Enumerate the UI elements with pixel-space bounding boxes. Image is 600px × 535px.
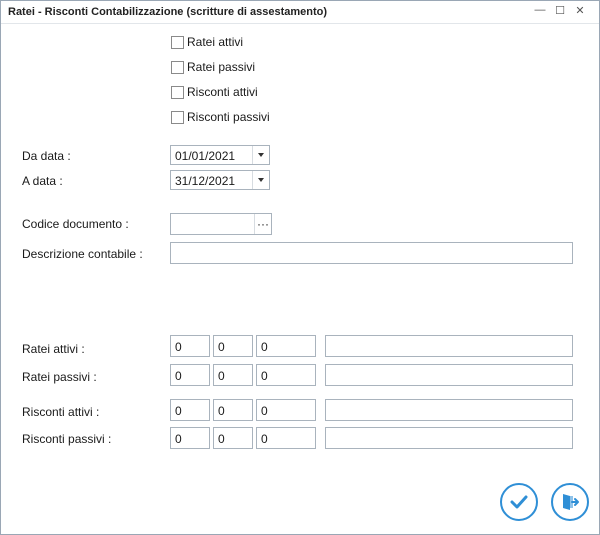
field-value[interactable]: 0 — [218, 404, 225, 418]
chevron-down-icon[interactable] — [252, 171, 269, 189]
to-date-label: A data : — [22, 174, 63, 188]
browse-button[interactable]: ··· — [254, 214, 271, 234]
ratei-passivi-field-3[interactable]: 0 — [256, 364, 316, 386]
row-label-ratei-attivi: Ratei attivi : — [22, 342, 85, 356]
description-field[interactable] — [170, 242, 573, 264]
risconti-attivi-text-field[interactable] — [325, 399, 573, 421]
checkbox-ratei-passivi[interactable]: Ratei passivi — [171, 59, 255, 75]
checkbox-label: Ratei attivi — [187, 35, 244, 49]
risconti-attivi-field-1[interactable]: 0 — [170, 399, 210, 421]
field-value[interactable]: 0 — [261, 432, 268, 446]
to-date-picker[interactable]: 31/12/2021 — [170, 170, 270, 190]
checkbox-box[interactable] — [171, 35, 184, 49]
checkbox-label: Risconti passivi — [187, 110, 270, 124]
risconti-passivi-text-field[interactable] — [325, 427, 573, 449]
field-value[interactable]: 0 — [218, 340, 225, 354]
ratei-attivi-field-2[interactable]: 0 — [213, 335, 253, 357]
from-date-label: Da data : — [22, 149, 71, 163]
checkbox-risconti-attivi[interactable]: Risconti attivi — [171, 84, 258, 100]
ratei-attivi-field-1[interactable]: 0 — [170, 335, 210, 357]
field-value[interactable]: 0 — [261, 340, 268, 354]
description-label: Descrizione contabile : — [22, 247, 143, 261]
field-value[interactable]: 0 — [218, 369, 225, 383]
checkbox-label: Risconti attivi — [187, 85, 258, 99]
to-date-value[interactable]: 31/12/2021 — [175, 174, 235, 188]
ratei-passivi-field-2[interactable]: 0 — [213, 364, 253, 386]
minimize-button[interactable]: — — [530, 3, 550, 17]
risconti-passivi-field-3[interactable]: 0 — [256, 427, 316, 449]
field-value[interactable]: 0 — [261, 404, 268, 418]
check-icon — [510, 495, 528, 509]
title-bar: Ratei - Risconti Contabilizzazione (scri… — [1, 1, 599, 24]
document-code-label: Codice documento : — [22, 217, 129, 231]
ratei-attivi-field-3[interactable]: 0 — [256, 335, 316, 357]
close-button[interactable]: ✕ — [570, 3, 590, 17]
risconti-passivi-field-1[interactable]: 0 — [170, 427, 210, 449]
row-label-risconti-passivi: Risconti passivi : — [22, 432, 112, 446]
checkbox-label: Ratei passivi — [187, 60, 256, 74]
risconti-attivi-field-2[interactable]: 0 — [213, 399, 253, 421]
risconti-attivi-field-3[interactable]: 0 — [256, 399, 316, 421]
row-label-ratei-passivi: Ratei passivi : — [22, 370, 97, 384]
risconti-passivi-field-2[interactable]: 0 — [213, 427, 253, 449]
field-value[interactable]: 0 — [261, 369, 268, 383]
maximize-button[interactable]: ☐ — [550, 3, 570, 17]
dialog-window: Ratei - Risconti Contabilizzazione (scri… — [0, 0, 600, 535]
from-date-value[interactable]: 01/01/2021 — [175, 149, 235, 163]
checkbox-risconti-passivi[interactable]: Risconti passivi — [171, 109, 270, 125]
field-value[interactable]: 0 — [175, 432, 182, 446]
checkbox-box[interactable] — [171, 60, 184, 74]
ratei-passivi-text-field[interactable] — [325, 364, 573, 386]
row-label-risconti-attivi: Risconti attivi : — [22, 405, 100, 419]
ratei-attivi-text-field[interactable] — [325, 335, 573, 357]
from-date-picker[interactable]: 01/01/2021 — [170, 145, 270, 165]
checkbox-box[interactable] — [171, 110, 184, 124]
checkbox-ratei-attivi[interactable]: Ratei attivi — [171, 34, 243, 50]
field-value[interactable]: 0 — [175, 340, 182, 354]
ratei-passivi-field-1[interactable]: 0 — [170, 364, 210, 386]
checkbox-box[interactable] — [171, 85, 184, 99]
confirm-button[interactable] — [500, 483, 538, 521]
exit-door-icon — [563, 494, 579, 510]
chevron-down-icon[interactable] — [252, 146, 269, 164]
field-value[interactable]: 0 — [175, 369, 182, 383]
field-value[interactable]: 0 — [175, 404, 182, 418]
field-value[interactable]: 0 — [218, 432, 225, 446]
exit-button[interactable] — [551, 483, 589, 521]
document-code-field[interactable]: ··· — [170, 213, 272, 235]
window-title: Ratei - Risconti Contabilizzazione (scri… — [8, 6, 328, 18]
